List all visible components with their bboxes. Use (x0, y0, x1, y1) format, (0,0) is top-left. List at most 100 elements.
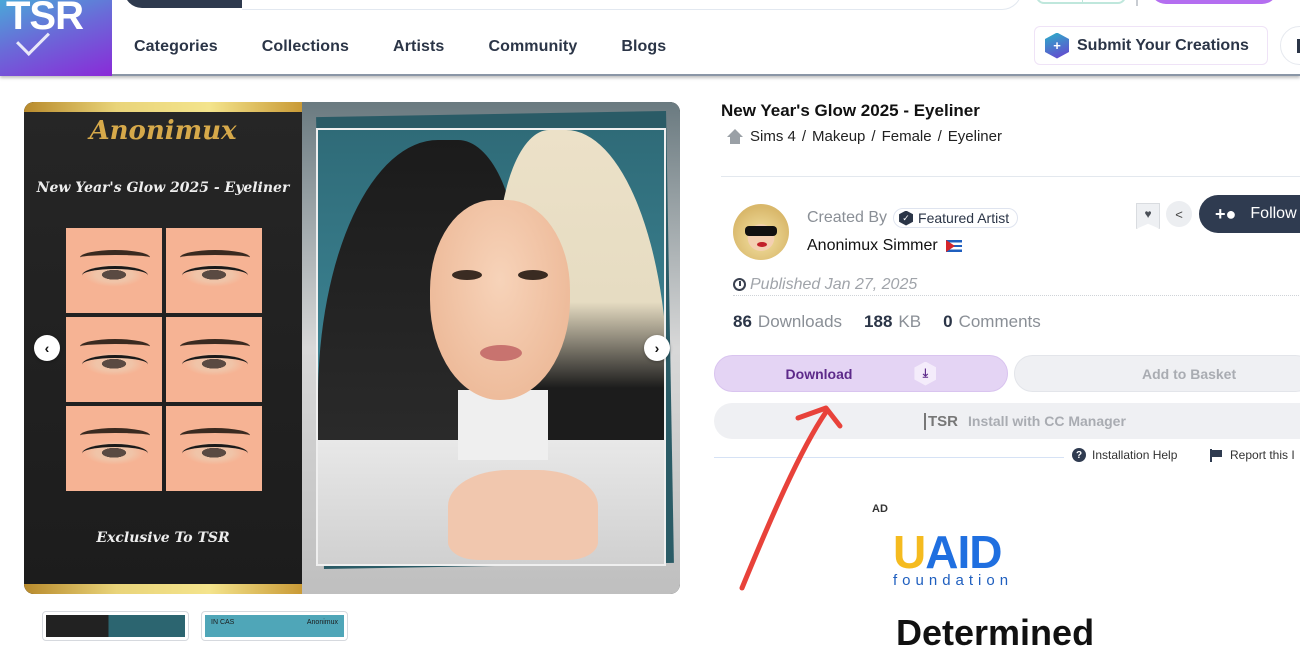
gallery-prev-button[interactable]: ‹ (34, 335, 60, 361)
preview-info-panel: Anonimux New Year's Glow 2025 - Eyeliner… (24, 102, 302, 594)
swatch (66, 317, 162, 402)
thumbnail-image: IN CAS Anonimux (205, 615, 344, 637)
size-unit: KB (898, 312, 922, 331)
swatch (166, 228, 262, 313)
tsr-cc-logo-icon: TSR (924, 412, 958, 430)
gallery-subtitle: New Year's Glow 2025 - Eyeliner (36, 180, 290, 196)
follow-label: Follow (1250, 205, 1297, 222)
ad-label: AD (872, 503, 888, 515)
uaid-wordmark: UAID (893, 529, 1043, 575)
eye-left (452, 270, 482, 280)
ad-headline: Determined (896, 612, 1095, 653)
basket-label: Add to Basket (1142, 365, 1237, 382)
divider (721, 176, 1300, 177)
breadcrumb-eyeliner[interactable]: Eyeliner (948, 128, 1002, 145)
download-button[interactable]: Download ⤓ (714, 355, 1008, 392)
breadcrumb-separator: / (937, 128, 942, 145)
file-size: 188 (864, 312, 893, 331)
gallery-brand: Anonimux (89, 116, 237, 146)
preview-portrait-panel (302, 102, 680, 594)
breadcrumb-female[interactable]: Female (882, 128, 932, 145)
submit-creations-label: Submit Your Creations (1077, 36, 1249, 54)
tsr-logo[interactable]: TSR (0, 0, 112, 76)
top-separator (1136, 0, 1138, 6)
chevron-left-icon: ‹ (44, 340, 50, 356)
turtleneck (458, 390, 548, 460)
badge-label: Featured Artist (918, 210, 1010, 226)
favorite-button[interactable]: ♥ (1136, 203, 1160, 229)
swatch (66, 228, 162, 313)
thumbnail-brand: Anonimux (306, 619, 338, 626)
comments-count: 0 (943, 312, 953, 331)
flag-icon (1210, 448, 1222, 462)
size-stat: 188 KB (864, 312, 921, 332)
report-link[interactable]: Report this I (1210, 448, 1295, 462)
chevron-right-icon: › (654, 340, 660, 356)
follow-button[interactable]: +● Follow (1199, 195, 1300, 233)
clock-icon (733, 278, 746, 291)
breadcrumb-separator: / (801, 128, 807, 145)
eye-right (518, 270, 548, 280)
gallery-footer: Exclusive To TSR (96, 530, 230, 546)
nav-blogs[interactable]: Blogs (621, 38, 666, 56)
install-cc-manager-button[interactable]: TSR Install with CC Manager (714, 403, 1300, 439)
thumbnail-label: IN CAS (211, 619, 235, 626)
downloads-label: Downloads (757, 312, 843, 331)
nav-community[interactable]: Community (488, 38, 577, 56)
nav-artists[interactable]: Artists (393, 38, 444, 56)
divider (714, 457, 1064, 458)
downloads-count: 86 (733, 312, 752, 331)
published-date: Published Jan 27, 2025 (733, 274, 1300, 296)
gold-bar-top (24, 102, 302, 112)
header-edge-button[interactable] (1280, 26, 1300, 65)
item-title: New Year's Glow 2025 - Eyeliner (721, 101, 980, 120)
avatar-mouth (757, 242, 767, 247)
download-icon: ⤓ (914, 361, 937, 386)
download-label: Download (785, 365, 853, 382)
site-header: TSR Categories Collections Artists Commu… (0, 0, 1300, 76)
submit-creations-button[interactable]: + Submit Your Creations (1034, 26, 1268, 65)
ad-uaid-logo[interactable]: UAID foundation (893, 529, 1043, 592)
home-icon[interactable] (726, 128, 744, 145)
artist-name: Anonimux Simmer (807, 237, 962, 255)
join-button[interactable] (1150, 0, 1278, 4)
cc-manager-label: Install with CC Manager (968, 413, 1126, 429)
created-by-label: Created By (807, 209, 888, 226)
comments-stat[interactable]: 0 Comments (943, 312, 1041, 332)
thumbnail-image (46, 615, 185, 637)
gallery-thumbnails: IN CAS Anonimux (42, 611, 348, 641)
uaid-foundation: foundation (893, 572, 1014, 589)
search-category-selector[interactable] (124, 0, 242, 8)
search-input[interactable] (242, 0, 1022, 10)
lips (480, 345, 522, 361)
breadcrumb-sims4[interactable]: Sims 4 (750, 128, 796, 145)
gallery-next-button[interactable]: › (644, 335, 670, 361)
uaid-u: U (893, 526, 926, 578)
artist-avatar[interactable] (733, 204, 789, 260)
hands (448, 470, 598, 560)
gold-bar-bottom (24, 584, 302, 594)
heart-icon: ♥ (1144, 207, 1152, 221)
add-to-basket-button[interactable]: Add to Basket (1014, 355, 1300, 392)
plus-square-hex-icon: + (1045, 32, 1069, 59)
share-icon: < (1175, 206, 1183, 222)
eyeliner-swatches (66, 228, 262, 491)
avatar-glasses (745, 226, 777, 236)
thumbnail-1[interactable] (42, 611, 189, 641)
featured-artist-badge: ✓ Featured Artist (893, 208, 1019, 228)
top-toggle-buttons[interactable] (1036, 0, 1126, 4)
image-gallery: Anonimux New Year's Glow 2025 - Eyeliner… (24, 102, 680, 594)
add-user-icon: +● (1215, 203, 1237, 224)
installation-help-link[interactable]: ? Installation Help (1072, 448, 1177, 462)
artist-link[interactable]: Anonimux Simmer (807, 237, 938, 255)
breadcrumb: Sims 4 / Makeup / Female / Eyeliner (726, 128, 1002, 145)
nav-categories[interactable]: Categories (134, 38, 218, 56)
share-button[interactable]: < (1166, 201, 1192, 227)
downloads-stat: 86 Downloads (733, 312, 842, 332)
help-label: Installation Help (1092, 448, 1178, 462)
thumbnail-2[interactable]: IN CAS Anonimux (201, 611, 348, 641)
nav-collections[interactable]: Collections (262, 38, 349, 56)
face (430, 200, 570, 400)
created-by: Created By ✓ Featured Artist (807, 208, 1019, 228)
breadcrumb-makeup[interactable]: Makeup (812, 128, 865, 145)
